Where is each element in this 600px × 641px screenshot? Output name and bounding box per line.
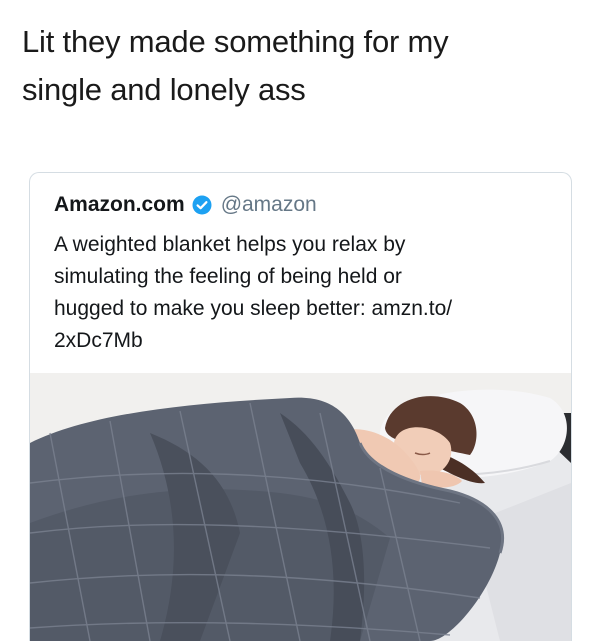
tweet-text: A weighted blanket helps you relax by si… <box>54 229 534 357</box>
tweet-text-line-2: simulating the feeling of being held or <box>54 265 402 288</box>
tweet-photo[interactable] <box>30 373 571 641</box>
tweet-display-name[interactable]: Amazon.com <box>54 193 185 217</box>
tweet-text-line-4[interactable]: 2xDc7Mb <box>54 325 534 357</box>
verified-check-icon <box>192 195 212 215</box>
tweet-handle[interactable]: @amazon <box>221 193 317 217</box>
caption-line-2: single and lonely ass <box>22 72 306 107</box>
embedded-tweet-card[interactable]: Amazon.com @amazon A weighted blanket he… <box>29 172 572 641</box>
tweet-text-line-1: A weighted blanket helps you relax by <box>54 233 406 256</box>
weighted-blanket-illustration <box>30 373 571 641</box>
meme-caption: Lit they made something for my single an… <box>22 18 582 114</box>
tweet-text-line-3[interactable]: hugged to make you sleep better: amzn.to… <box>54 293 534 325</box>
tweet-header: Amazon.com @amazon <box>54 191 317 219</box>
caption-line-1: Lit they made something for my <box>22 24 449 59</box>
